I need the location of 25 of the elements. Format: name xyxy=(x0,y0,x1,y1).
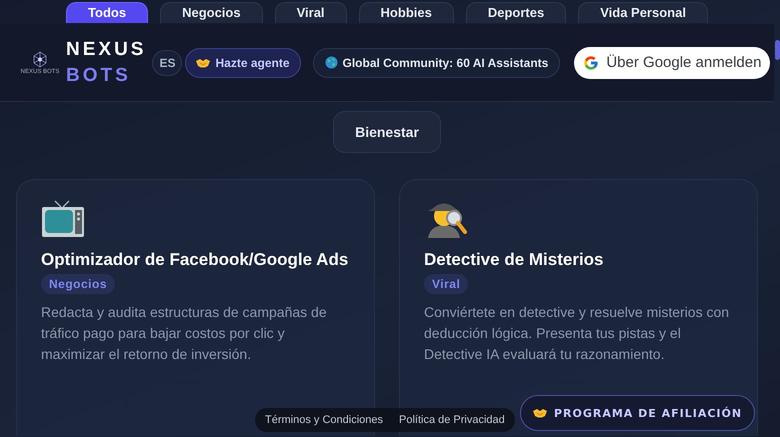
language-button[interactable]: ES xyxy=(152,50,182,76)
google-signin-button[interactable]: Über Google anmelden xyxy=(574,46,770,78)
category-tab[interactable]: Hobbies xyxy=(358,2,454,23)
scrollbar-thumb[interactable] xyxy=(775,40,780,60)
brand-name: NEXUS xyxy=(66,38,146,62)
category-tab[interactable]: Vida Personal xyxy=(578,2,708,23)
tv-icon xyxy=(41,200,85,238)
card-description: Redacta y audita estructuras de campañas de tráfico pago para bajar costos por clic y maximizar el retorno de inversión. xyxy=(41,303,328,364)
category-tab[interactable]: Todos xyxy=(66,2,148,23)
footer-link[interactable]: Política de Privacidad xyxy=(399,414,505,426)
google-icon xyxy=(583,54,600,70)
brand-name: BOTS xyxy=(66,64,132,88)
category-tag: Negocios xyxy=(41,274,116,294)
card-title: Optimizador de Facebook/Google Ads xyxy=(41,249,350,271)
agent-button[interactable]: Hazte agente xyxy=(185,48,301,78)
category-tab[interactable]: Negocios xyxy=(160,2,263,23)
category-tag: Viral xyxy=(424,274,468,294)
globe-icon xyxy=(324,56,338,69)
community-badge: Global Community: 60 AI Assistants xyxy=(312,48,560,78)
category-tab[interactable]: Viral xyxy=(274,2,347,23)
card-title: Detective de Misterios xyxy=(424,249,605,271)
category-tab[interactable]: Deportes xyxy=(466,2,566,23)
card-description: Conviértete en detective y resuelve misterios con deducción lógica. Presenta tus pistas y el Detective IA evaluará tu razonamiento. xyxy=(424,303,730,364)
affiliate-button[interactable]: PROGRAMA DE AFILIACIÓN xyxy=(520,395,755,431)
category-tab[interactable]: Bienestar xyxy=(333,111,441,153)
